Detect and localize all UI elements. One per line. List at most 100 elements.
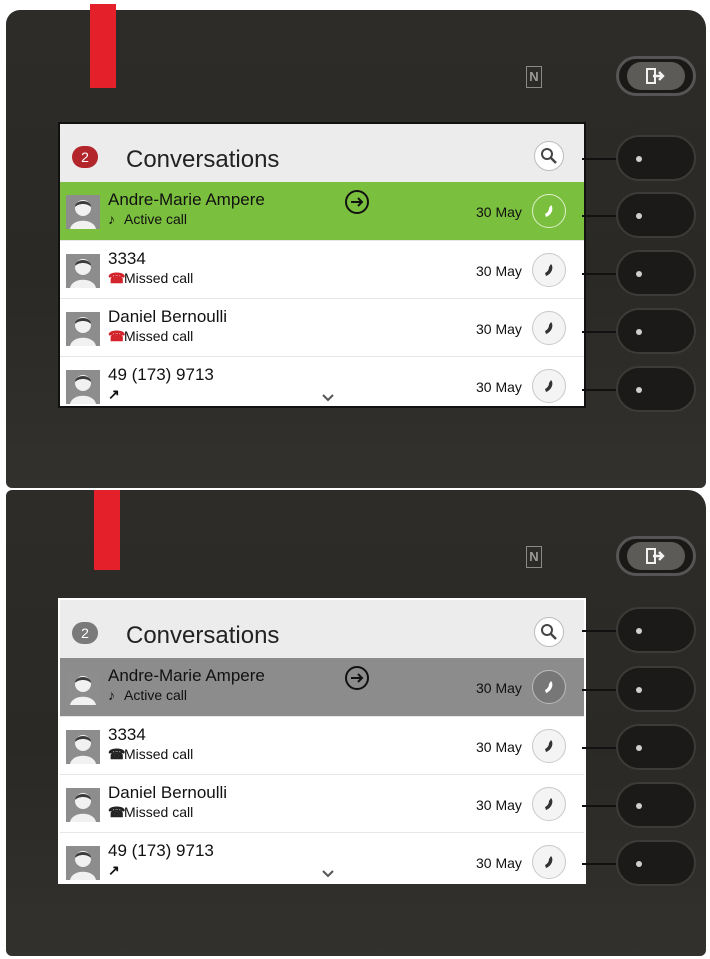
conversation-count-badge: 2 xyxy=(72,622,98,644)
avatar xyxy=(66,788,100,822)
avatar xyxy=(66,370,100,404)
contact-name: Andre-Marie Ampere xyxy=(108,190,265,209)
contact-name: Andre-Marie Ampere xyxy=(108,666,265,685)
call-status: ↗ xyxy=(108,386,124,403)
call-date: 30 May xyxy=(476,797,522,813)
call-date: 30 May xyxy=(476,379,522,395)
call-date: 30 May xyxy=(476,204,522,220)
call-button[interactable] xyxy=(532,729,566,763)
phone-icon xyxy=(545,205,553,217)
nfc-icon: N xyxy=(526,66,542,88)
contact-name: Daniel Bernoulli xyxy=(108,307,228,326)
call-status-label: Active call xyxy=(124,211,188,227)
call-button[interactable] xyxy=(532,670,566,704)
phone-icon xyxy=(545,798,553,810)
softkey-connector xyxy=(582,158,618,160)
page-title: Conversations xyxy=(126,622,280,649)
outgoing-call-icon: ↗ xyxy=(108,862,120,878)
conversation-row[interactable]: Daniel Bernoulli ☎Missed call 30 May xyxy=(60,298,584,356)
softkey-4[interactable] xyxy=(616,308,696,354)
call-button[interactable] xyxy=(532,369,566,403)
screen-header: 2 Conversations xyxy=(60,124,584,182)
softkey-connector xyxy=(582,630,618,632)
exit-icon xyxy=(627,542,685,570)
call-status-label: Active call xyxy=(124,687,188,703)
missed-call-icon: ☎ xyxy=(108,328,126,344)
call-button[interactable] xyxy=(532,787,566,821)
call-button[interactable] xyxy=(532,845,566,879)
softkey-connector xyxy=(582,389,618,391)
call-date: 30 May xyxy=(476,321,522,337)
softkey-1[interactable] xyxy=(616,135,696,181)
phone-icon xyxy=(545,322,553,334)
avatar xyxy=(66,846,100,880)
softkey-1[interactable] xyxy=(616,607,696,653)
call-button[interactable] xyxy=(532,311,566,345)
call-date: 30 May xyxy=(476,739,522,755)
exit-button[interactable] xyxy=(616,536,696,576)
softkey-connector xyxy=(582,863,618,865)
search-button[interactable] xyxy=(534,141,564,171)
avatar xyxy=(66,254,100,288)
missed-call-icon: ☎ xyxy=(108,804,126,820)
search-icon xyxy=(541,624,557,640)
conversation-count-badge: 2 xyxy=(72,146,98,168)
phone-device-bottom: N 2 Conversations Andre-Marie Ampere ♪ Ac… xyxy=(6,490,706,956)
softkey-connector xyxy=(582,689,618,691)
exit-button[interactable] xyxy=(616,56,696,96)
call-status: ☎Missed call xyxy=(108,746,193,763)
avatar xyxy=(66,312,100,346)
conversation-row[interactable]: 3334 ☎Missed call 30 May xyxy=(60,716,584,774)
call-status: ♪ Active call xyxy=(108,211,187,227)
contact-name: 3334 xyxy=(108,249,146,268)
softkey-5[interactable] xyxy=(616,366,696,412)
softkey-connector xyxy=(582,215,618,217)
softkey-connector xyxy=(582,805,618,807)
softkey-5[interactable] xyxy=(616,840,696,886)
avatar xyxy=(66,195,100,229)
call-status-label: Missed call xyxy=(124,804,194,820)
call-status: ☎Missed call xyxy=(108,270,193,287)
call-button[interactable] xyxy=(532,194,566,228)
softkey-2[interactable] xyxy=(616,666,696,712)
softkey-3[interactable] xyxy=(616,724,696,770)
handset-icon: ♪ xyxy=(108,211,115,227)
call-date: 30 May xyxy=(476,263,522,279)
softkey-2[interactable] xyxy=(616,192,696,238)
scroll-down-icon[interactable] xyxy=(322,394,334,402)
exit-icon xyxy=(627,62,685,90)
softkey-4[interactable] xyxy=(616,782,696,828)
phone-device-top: N 2 Conversations Andre-Marie Ampere ♪ Ac… xyxy=(6,4,706,488)
forward-arrow-icon[interactable] xyxy=(345,666,369,690)
contact-name: Daniel Bernoulli xyxy=(108,783,228,802)
conversation-row[interactable]: Daniel Bernoulli ☎Missed call 30 May xyxy=(60,774,584,832)
display-screen: 2 Conversations Andre-Marie Ampere ♪ Acti… xyxy=(58,122,586,408)
forward-arrow-icon[interactable] xyxy=(345,190,369,214)
conversation-row[interactable]: Andre-Marie Ampere ♪ Active call 30 May xyxy=(60,182,584,240)
phone-icon xyxy=(545,681,553,693)
conversation-row[interactable]: Andre-Marie Ampere ♪ Active call 30 May xyxy=(60,658,584,716)
call-status: ☎Missed call xyxy=(108,804,193,821)
contact-name: 49 (173) 9713 xyxy=(108,841,214,860)
call-button[interactable] xyxy=(532,253,566,287)
message-led xyxy=(90,4,116,88)
message-led xyxy=(94,490,120,570)
scroll-down-icon[interactable] xyxy=(322,870,334,878)
conversation-row[interactable]: 3334 ☎Missed call 30 May xyxy=(60,240,584,298)
screen-header: 2 Conversations xyxy=(60,600,584,658)
contact-name: 49 (173) 9713 xyxy=(108,365,214,384)
phone-icon xyxy=(545,740,553,752)
softkey-connector xyxy=(582,331,618,333)
call-status: ♪ Active call xyxy=(108,687,187,703)
missed-call-icon: ☎ xyxy=(108,270,126,286)
phone-icon xyxy=(545,856,553,868)
page-title: Conversations xyxy=(126,146,280,173)
softkey-connector xyxy=(582,273,618,275)
softkey-3[interactable] xyxy=(616,250,696,296)
call-status-label: Missed call xyxy=(124,270,194,286)
display-screen: 2 Conversations Andre-Marie Ampere ♪ Acti… xyxy=(58,598,586,884)
call-date: 30 May xyxy=(476,680,522,696)
contact-name: 3334 xyxy=(108,725,146,744)
call-status: ☎Missed call xyxy=(108,328,193,345)
search-button[interactable] xyxy=(534,617,564,647)
